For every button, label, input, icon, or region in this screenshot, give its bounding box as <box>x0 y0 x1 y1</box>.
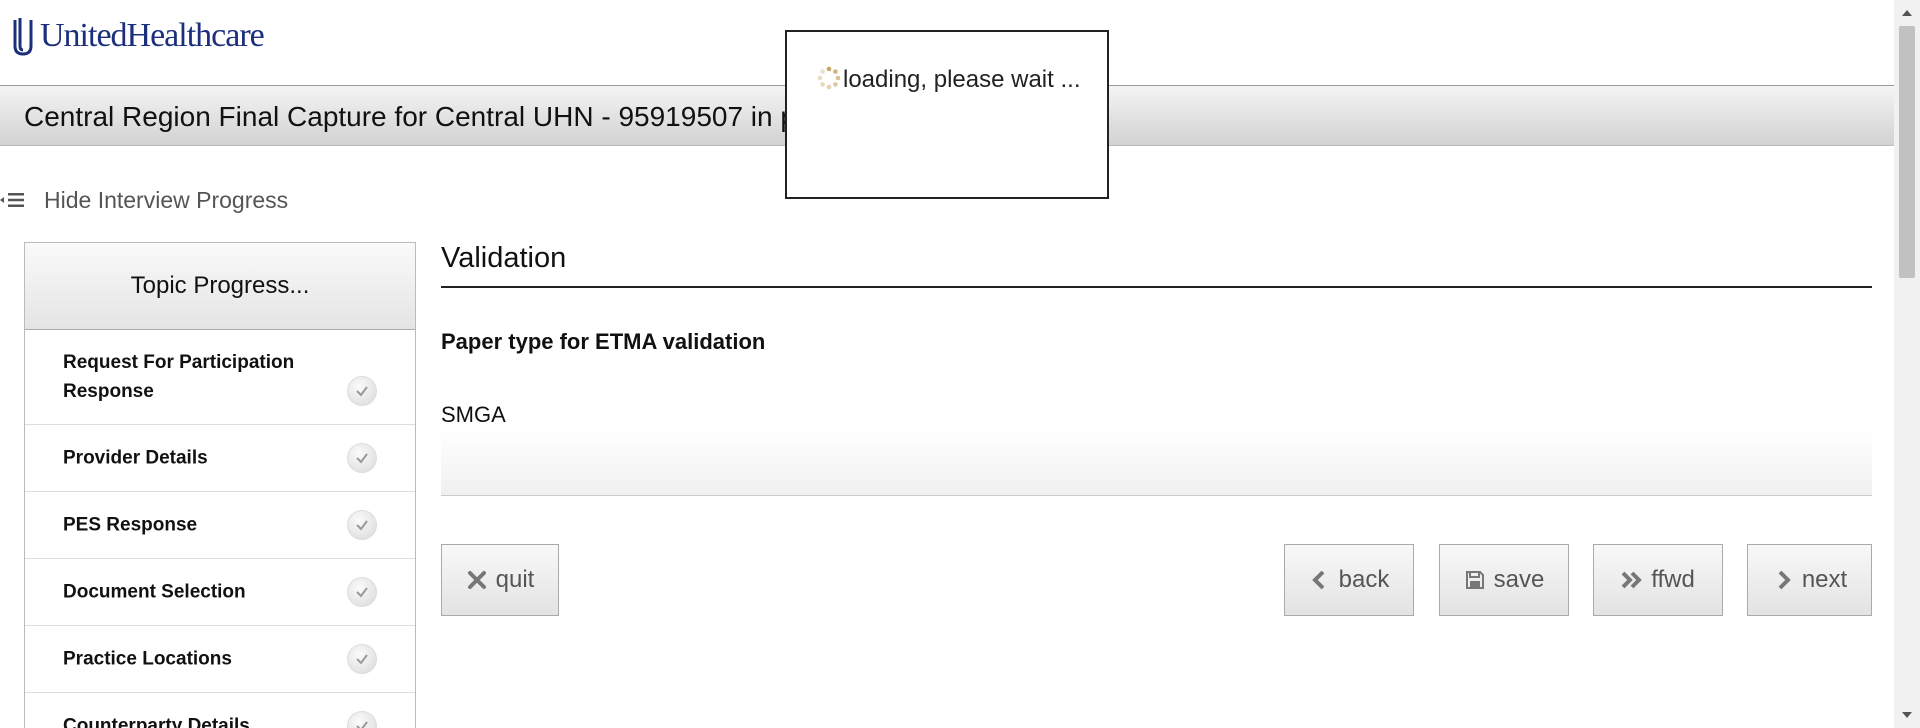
interview-title: Central Region Final Capture for Central… <box>24 101 890 132</box>
checkmark-icon <box>347 443 377 473</box>
brand-name: UnitedHealthcare <box>40 17 265 54</box>
topic-progress-header: Topic Progress... <box>25 243 415 330</box>
ffwd-label: ffwd <box>1651 566 1695 593</box>
next-button[interactable]: next <box>1747 544 1872 616</box>
topic-item-document-selection[interactable]: Document Selection <box>25 559 415 626</box>
chevron-left-icon <box>1311 570 1325 590</box>
question-label: Paper type for ETMA validation <box>441 329 766 354</box>
topic-item-label: Practice Locations <box>63 648 232 670</box>
topic-item-request-for-participation-response[interactable]: Request For Participation Response <box>25 330 415 425</box>
back-button[interactable]: back <box>1284 544 1414 616</box>
topic-item-counterparty-details[interactable]: Counterparty Details <box>25 693 415 728</box>
scroll-down-button[interactable] <box>1894 702 1920 728</box>
arrow-up-icon <box>1902 10 1912 16</box>
scroll-up-button[interactable] <box>1894 0 1920 26</box>
spinner-icon <box>817 66 841 90</box>
checkmark-icon <box>347 376 377 406</box>
chevron-right-icon <box>1778 570 1791 590</box>
topic-progress-panel: Topic Progress... Request For Participat… <box>24 242 416 728</box>
topic-item-provider-details[interactable]: Provider Details <box>25 425 415 492</box>
collapse-list-icon <box>0 193 24 207</box>
arrow-down-icon <box>1902 712 1912 718</box>
hide-interview-progress-toggle[interactable]: Hide Interview Progress <box>0 186 288 214</box>
back-label: back <box>1338 566 1390 593</box>
vertical-scrollbar[interactable] <box>1894 0 1920 728</box>
section-title: Validation <box>441 242 567 274</box>
topic-item-label: PES Response <box>63 514 198 536</box>
answer-area: SMGA <box>441 388 1872 496</box>
next-label: next <box>1801 566 1848 593</box>
checkmark-icon <box>347 644 377 674</box>
topic-item-label: Counterparty Details <box>63 715 250 728</box>
topic-item-label: Provider Details <box>63 447 208 469</box>
united-healthcare-logo-icon <box>13 18 33 56</box>
answer-value: SMGA <box>441 402 506 427</box>
scrollbar-thumb[interactable] <box>1899 26 1915 278</box>
checkmark-icon <box>347 711 377 728</box>
save-button[interactable]: save <box>1439 544 1569 616</box>
save-label: save <box>1493 566 1545 593</box>
checkmark-icon <box>347 510 377 540</box>
topic-item-label: Request For Participation Response <box>63 352 295 402</box>
quit-label: quit <box>495 566 535 593</box>
topic-item-label: Document Selection <box>63 581 246 603</box>
checkmark-icon <box>347 577 377 607</box>
ffwd-button[interactable]: ffwd <box>1593 544 1723 616</box>
quit-button[interactable]: quit <box>441 544 559 616</box>
close-icon <box>467 571 486 589</box>
topic-item-practice-locations[interactable]: Practice Locations <box>25 626 415 693</box>
double-chevron-right-icon <box>1621 571 1643 589</box>
united-healthcare-logo: UnitedHealthcare <box>12 16 265 56</box>
floppy-disk-icon <box>1465 571 1484 589</box>
loading-dialog: loading, please wait ... <box>785 30 1109 199</box>
topic-item-pes-response[interactable]: PES Response <box>25 492 415 559</box>
hide-interview-progress-label: Hide Interview Progress <box>44 186 289 213</box>
section-divider <box>441 286 1872 288</box>
loading-message: loading, please wait ... <box>843 66 1081 93</box>
